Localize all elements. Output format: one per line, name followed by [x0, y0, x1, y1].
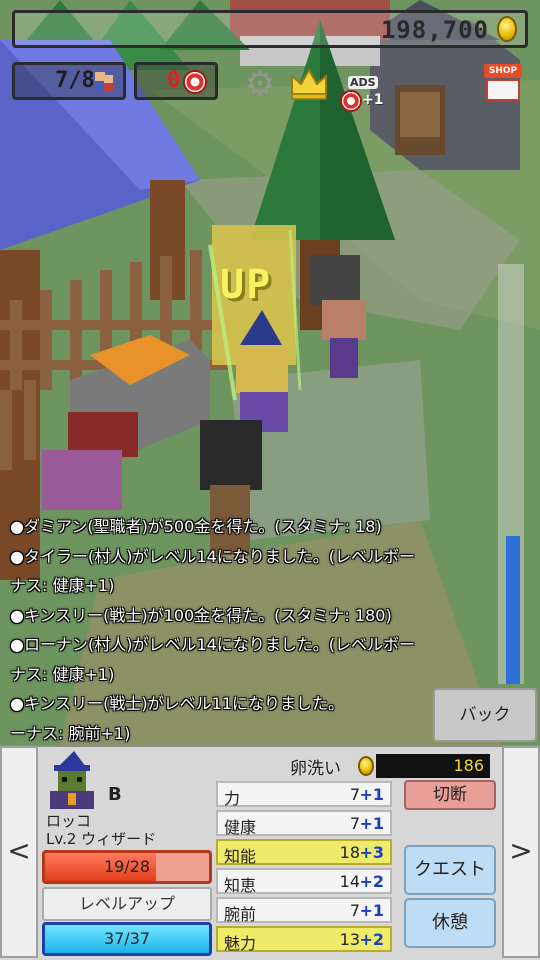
- log-line: ●キンスリー(戦士)が100金を得た。(スタミナ: 180): [10, 605, 392, 625]
- shop-icon: [486, 79, 520, 101]
- ticket-icon: [183, 70, 207, 94]
- price-value: 186: [453, 756, 484, 775]
- stat-bonus: +3: [359, 843, 384, 862]
- hero-rank: B: [108, 784, 122, 805]
- hp-bar: 19/28: [42, 850, 212, 884]
- stat-row-charm: 魅力 13 +2: [216, 926, 392, 953]
- stat-name: 腕前: [224, 905, 257, 924]
- log-line: ●ローナン(村人)がレベル14になりました。(レベルボー: [10, 635, 416, 654]
- hero-level-class: Lv.2 ウィザード: [46, 830, 157, 848]
- stat-name: 知恵: [224, 876, 257, 895]
- ticket-icon: [340, 90, 362, 112]
- stat-bonus: +1: [359, 901, 384, 920]
- stat-name: 魅力: [224, 934, 257, 953]
- ticket-count: 0: [167, 68, 181, 93]
- gold-coin-icon: [497, 16, 517, 42]
- mp-text: 37/37: [103, 929, 151, 948]
- gear-icon: ⚙: [244, 64, 276, 104]
- price-box: 186: [376, 754, 490, 778]
- log-line: ナス: 健康+1): [10, 576, 115, 595]
- villager-counter[interactable]: 7/8: [12, 62, 126, 100]
- ads-label: ADS: [348, 76, 378, 89]
- ranking-button[interactable]: [288, 66, 330, 102]
- stat-row-skill: 腕前 7 +1: [216, 897, 392, 924]
- quest-button[interactable]: クエスト: [404, 845, 496, 895]
- stat-value: 14: [339, 872, 360, 891]
- villager-count: 7/8: [55, 68, 95, 93]
- next-hero-button[interactable]: >: [502, 746, 540, 958]
- prev-hero-button[interactable]: <: [0, 746, 38, 958]
- price-label: 卵洗い: [290, 759, 341, 779]
- stat-row-strength: 力 7 +1: [216, 781, 392, 808]
- log-line: ナス: 健康+1): [10, 664, 115, 684]
- log-line: ●タイラー(村人)がレベル14になりました。(レベルボー: [10, 546, 416, 566]
- villagers-icon: [95, 72, 113, 92]
- crown-icon: [291, 67, 327, 100]
- level-up-effect: UP: [220, 262, 273, 308]
- stat-name: 力: [224, 789, 241, 808]
- cut-button[interactable]: 切断: [404, 780, 496, 810]
- ticket-counter[interactable]: 0: [134, 62, 218, 100]
- gold-coin-icon: [358, 756, 374, 776]
- stat-bonus: +1: [359, 814, 384, 833]
- stat-bonus: +2: [359, 872, 384, 891]
- watch-ad-button[interactable]: ADS +1: [340, 70, 384, 116]
- stat-bonus: +1: [359, 785, 384, 804]
- gold-counter: 198,700: [12, 10, 528, 48]
- stat-row-wisdom: 知恵 14 +2: [216, 868, 392, 895]
- stat-value: 18: [339, 843, 360, 862]
- mp-bar: 37/37: [42, 922, 212, 956]
- settings-button[interactable]: ⚙: [240, 64, 280, 104]
- back-button[interactable]: バック: [433, 688, 537, 742]
- stat-value: 13: [339, 930, 360, 949]
- stat-bonus: +2: [359, 930, 384, 949]
- stat-row-health: 健康 7 +1: [216, 810, 392, 837]
- gold-amount: 198,700: [380, 16, 489, 44]
- shop-label: SHOP: [484, 64, 522, 78]
- rest-button[interactable]: 休憩: [404, 898, 496, 948]
- hp-text: 19/28: [103, 857, 151, 876]
- wizard-portrait-icon: [50, 751, 94, 809]
- level-up-button[interactable]: レベルアップ: [42, 887, 212, 921]
- log-line: ●ダミアン(聖職者)が500金を得た。(スタミナ: 18): [10, 517, 382, 536]
- shop-button[interactable]: SHOP: [480, 62, 526, 106]
- stat-name: 健康: [224, 818, 257, 837]
- stat-name: 知能: [224, 847, 257, 866]
- stat-row-intelligence: 知能 18 +3: [216, 839, 392, 866]
- ads-bonus: +1: [362, 92, 384, 108]
